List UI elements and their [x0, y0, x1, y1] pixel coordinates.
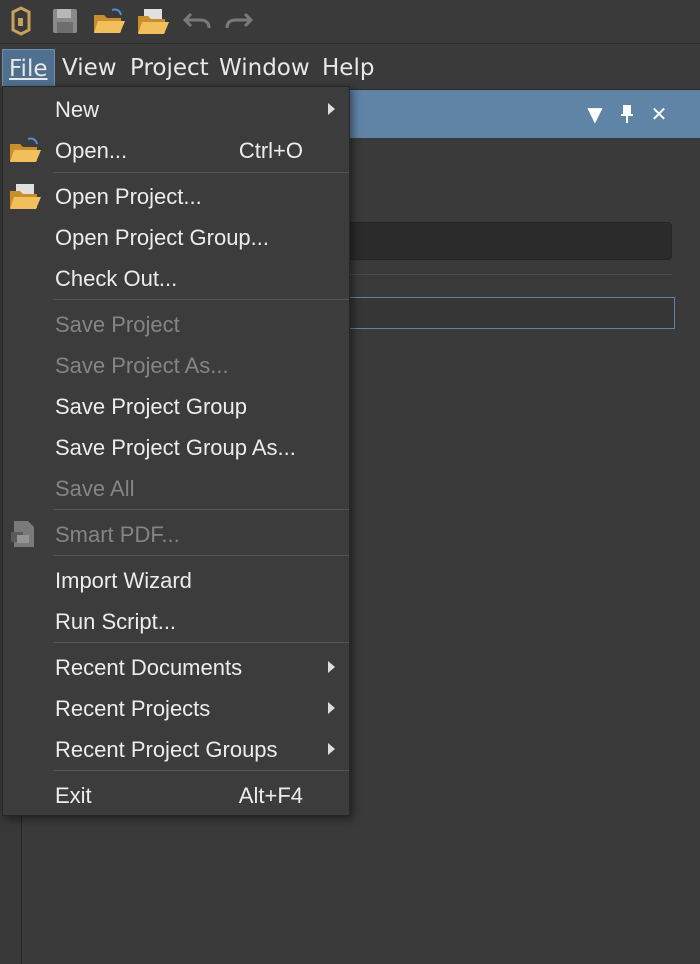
menu-item-save-project-as[interactable]: Save Project As... [3, 346, 349, 386]
open-project-icon[interactable] [136, 4, 170, 38]
menu-item-import-wizard[interactable]: Import Wizard [3, 561, 349, 601]
close-icon[interactable]: ✕ [647, 102, 671, 126]
menu-help-label: Help [322, 55, 375, 81]
redo-icon[interactable] [222, 4, 256, 38]
app-logo-icon[interactable] [4, 4, 38, 38]
menu-file-label: File [9, 56, 48, 82]
panel-menu-dropdown-icon[interactable]: ▼ [583, 102, 607, 126]
menu-window[interactable]: Window [213, 49, 316, 87]
menu-item-label: Recent Project Groups [55, 737, 278, 762]
menu-separator [53, 172, 349, 173]
menu-item-label: Save Project As... [55, 353, 229, 378]
shortcut-label: Alt+F4 [238, 783, 303, 808]
toolbar [0, 0, 700, 44]
menu-item-save-project[interactable]: Save Project [3, 305, 349, 345]
menu-item-exit[interactable]: Exit Alt+F4 [3, 776, 349, 816]
menu-item-run-script[interactable]: Run Script... [3, 602, 349, 642]
menu-item-label: Recent Projects [55, 696, 211, 721]
submenu-arrow-icon [328, 743, 335, 755]
menu-item-label: Import Wizard [55, 568, 192, 593]
menu-item-recent-projects[interactable]: Recent Projects [3, 689, 349, 729]
menu-item-save-project-group-as[interactable]: Save Project Group As... [3, 428, 349, 468]
menu-item-label: Smart PDF... [55, 522, 180, 547]
menu-project-label: Project [130, 55, 209, 81]
menu-item-open[interactable]: Open... Ctrl+O [3, 131, 349, 171]
menu-item-label: Save Project Group [55, 394, 247, 419]
undo-icon[interactable] [180, 4, 214, 38]
pin-icon[interactable] [615, 102, 639, 126]
menu-item-smart-pdf[interactable]: Smart PDF... [3, 515, 349, 555]
open-folder-icon[interactable] [92, 4, 126, 38]
menu-item-label: Exit [55, 783, 92, 808]
menu-window-label: Window [219, 55, 310, 81]
file-menu-dropdown: New Open... Ctrl+O Open Project... Open … [2, 86, 350, 816]
menu-view[interactable]: View [56, 49, 123, 87]
menu-item-save-project-group[interactable]: Save Project Group [3, 387, 349, 427]
menu-item-recent-project-groups[interactable]: Recent Project Groups [3, 730, 349, 770]
menu-item-label: Recent Documents [55, 655, 243, 680]
menu-item-label: Open Project... [55, 184, 202, 209]
menu-item-check-out[interactable]: Check Out... [3, 259, 349, 299]
menu-separator [53, 509, 349, 510]
menu-separator [53, 642, 349, 643]
menu-item-save-all[interactable]: Save All [3, 469, 349, 509]
menu-item-label: Run Script... [55, 609, 177, 634]
shortcut-label: Ctrl+O [238, 138, 303, 163]
menu-item-recent-documents[interactable]: Recent Documents [3, 648, 349, 688]
menu-item-label: Open... [55, 138, 128, 163]
submenu-arrow-icon [328, 661, 335, 673]
submenu-arrow-icon [328, 702, 335, 714]
menu-file[interactable]: File [2, 49, 55, 87]
menu-item-label: Save All [55, 476, 135, 501]
menu-help[interactable]: Help [316, 49, 380, 87]
menu-separator [53, 555, 349, 556]
save-icon[interactable] [48, 4, 82, 38]
menu-separator [53, 770, 349, 771]
menu-item-open-project[interactable]: Open Project... [3, 177, 349, 217]
menu-item-open-project-group[interactable]: Open Project Group... [3, 218, 349, 258]
open-folder-icon [8, 135, 42, 167]
submenu-arrow-icon [328, 103, 335, 115]
menu-project[interactable]: Project [124, 49, 215, 87]
menu-separator [53, 299, 349, 300]
menu-view-label: View [62, 55, 117, 81]
menu-item-label: Open Project Group... [55, 225, 269, 250]
menu-item-label: Check Out... [55, 266, 178, 291]
menu-bar: File View Project Window Help [0, 44, 700, 90]
menu-item-label: Save Project Group As... [55, 435, 296, 460]
menu-item-label: New [55, 97, 100, 122]
open-project-icon [8, 181, 42, 213]
menu-item-label: Save Project [55, 312, 180, 337]
menu-item-new[interactable]: New [3, 90, 349, 130]
smart-pdf-icon [8, 519, 42, 551]
